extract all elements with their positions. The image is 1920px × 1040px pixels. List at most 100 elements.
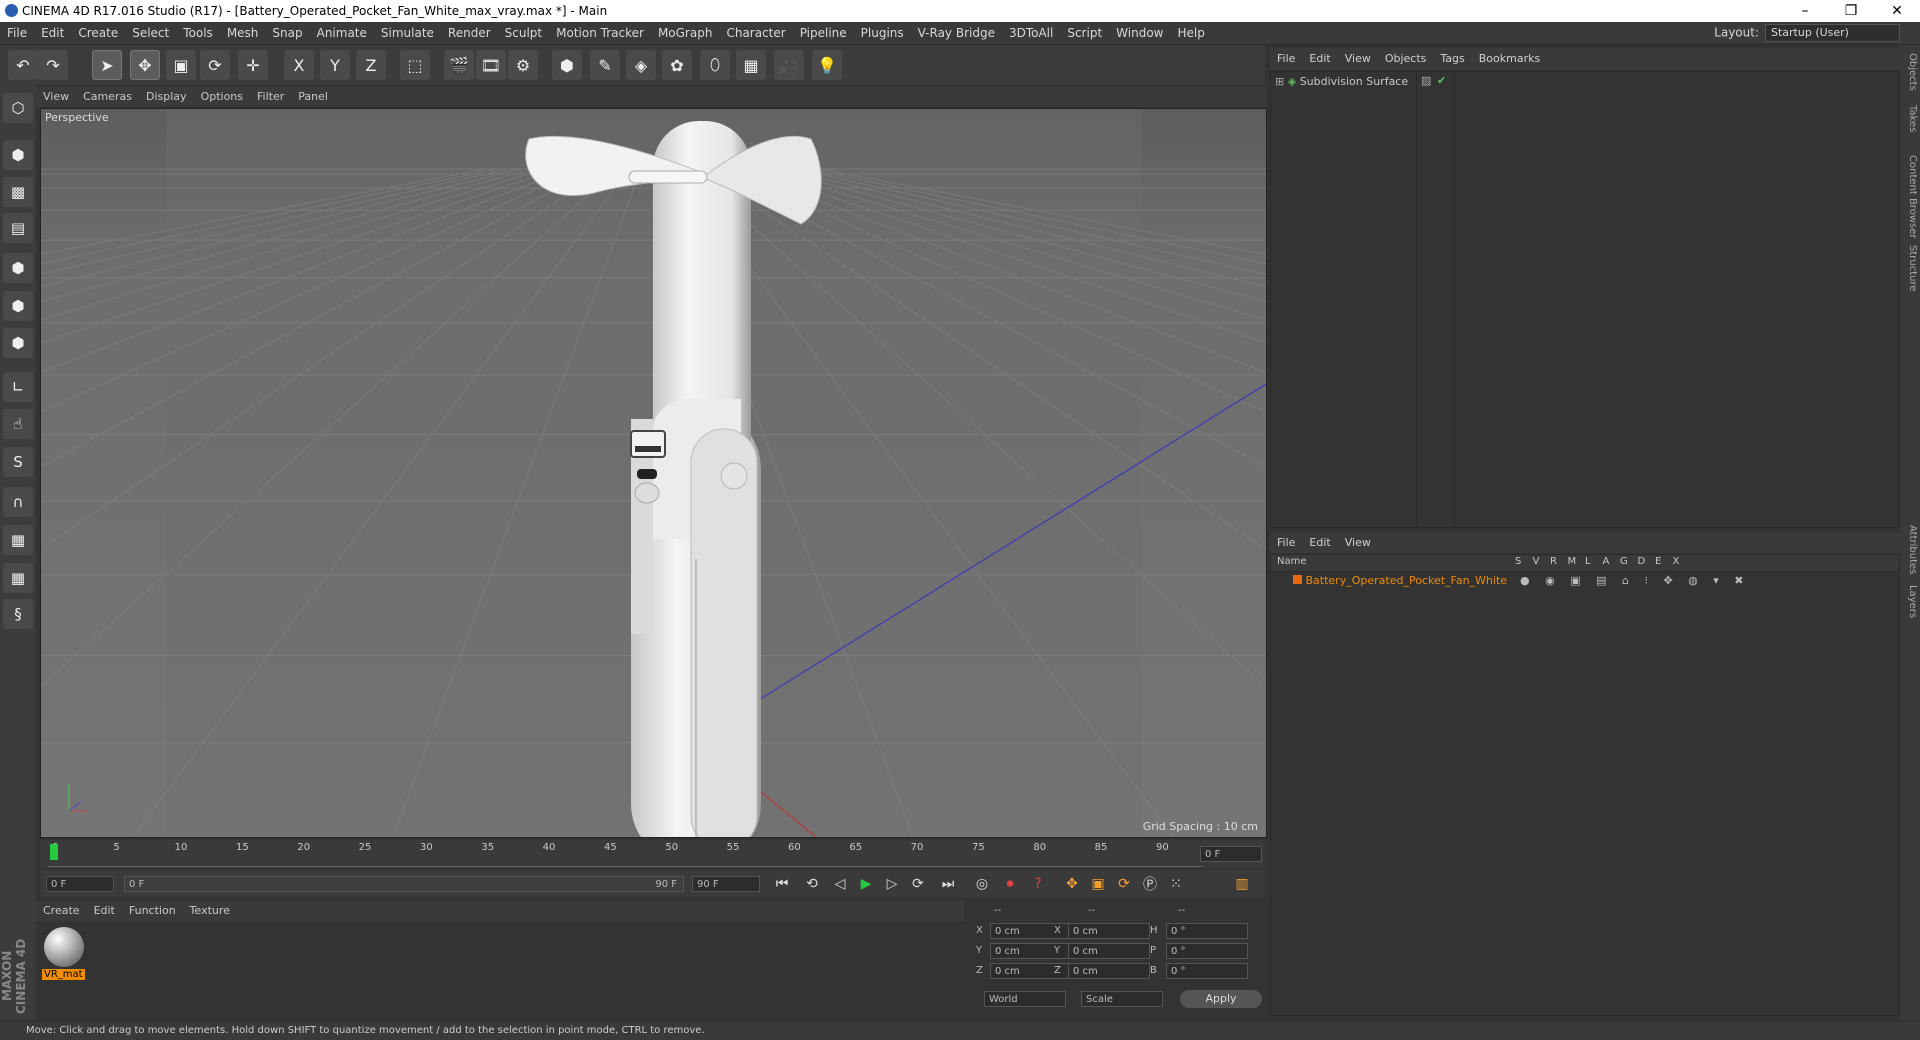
menu-tools[interactable]: Tools: [176, 22, 220, 44]
transform-icon[interactable]: ✛: [238, 50, 268, 80]
menu-file[interactable]: File: [0, 22, 34, 44]
layer-column-x[interactable]: X: [1673, 556, 1680, 567]
render-settings-icon[interactable]: ⚙: [508, 50, 538, 80]
viewport-menu-filter[interactable]: Filter: [250, 87, 291, 107]
start-frame-field[interactable]: 0 F: [46, 876, 114, 892]
timeline-ruler[interactable]: 051015202530354045505560657075808590: [48, 842, 1203, 867]
menu-create[interactable]: Create: [71, 22, 125, 44]
key-position-icon[interactable]: ✥: [1060, 872, 1084, 896]
menu-motion-tracker[interactable]: Motion Tracker: [549, 22, 651, 44]
menu-animate[interactable]: Animate: [310, 22, 374, 44]
menu-v-ray-bridge[interactable]: V-Ray Bridge: [911, 22, 1002, 44]
menu-pipeline[interactable]: Pipeline: [793, 22, 854, 44]
redo-icon[interactable]: ↷: [38, 50, 68, 80]
restore-button[interactable]: ❐: [1828, 0, 1874, 22]
coordinate-system-icon[interactable]: ⬚: [400, 50, 430, 80]
expand-icon[interactable]: ⊞: [1275, 75, 1284, 88]
timeline[interactable]: 051015202530354045505560657075808590 0 F: [40, 840, 1265, 868]
menu-sculpt[interactable]: Sculpt: [498, 22, 549, 44]
goto-end-icon[interactable]: ⏭: [936, 872, 960, 896]
step-back-icon[interactable]: ◁: [828, 872, 852, 896]
object-menu-bookmarks[interactable]: Bookmarks: [1472, 48, 1547, 70]
tweak-mode-icon[interactable]: ☝: [3, 409, 33, 439]
light-icon[interactable]: 💡: [812, 50, 842, 80]
make-editable-icon[interactable]: ⬡: [3, 93, 33, 123]
subdivision-icon[interactable]: ◈: [626, 50, 656, 80]
side-tab-objects[interactable]: Objects: [1902, 53, 1918, 91]
python-icon[interactable]: §: [3, 599, 33, 629]
model-mode-icon[interactable]: ⬢: [3, 140, 33, 170]
layer-column-a[interactable]: A: [1603, 556, 1610, 567]
workplane-icon[interactable]: ▤: [3, 213, 33, 243]
key-scale-icon[interactable]: ▣: [1086, 872, 1110, 896]
layer-column-s[interactable]: S: [1515, 556, 1521, 567]
scale-icon[interactable]: ▣: [166, 50, 196, 80]
material-manager[interactable]: VR_mat: [36, 921, 964, 1021]
layer-flag-icons[interactable]: ● ◉ ▣ ▤ ⌂ ⁝ ✥ ◍ ▾ ✖: [1520, 573, 1749, 589]
layer-color-swatch[interactable]: [1293, 575, 1302, 584]
menu-plugins[interactable]: Plugins: [854, 22, 911, 44]
select-arrow-icon[interactable]: ➤: [92, 50, 122, 80]
deformer-icon[interactable]: ⬯: [700, 50, 730, 80]
menu-render[interactable]: Render: [441, 22, 498, 44]
layer-column-m[interactable]: M: [1568, 556, 1577, 567]
solo-icon[interactable]: S: [3, 447, 33, 477]
timeline-window-icon[interactable]: ▥: [1230, 872, 1254, 896]
layout-dropdown[interactable]: Startup (User): [1765, 24, 1900, 42]
viewport-menu-view[interactable]: View: [36, 87, 76, 107]
layer-column-g[interactable]: G: [1620, 556, 1628, 567]
menu-snap[interactable]: Snap: [265, 22, 309, 44]
edges-mode-icon[interactable]: ⬢: [3, 291, 33, 321]
key-pla-icon[interactable]: ⁙: [1164, 872, 1188, 896]
z-axis-icon[interactable]: Z: [356, 50, 386, 80]
playhead[interactable]: [50, 844, 58, 860]
move-icon[interactable]: ✥: [130, 50, 160, 80]
undo-icon[interactable]: ↶: [8, 50, 38, 80]
render-view-icon[interactable]: 🎬: [444, 50, 474, 80]
y-axis-icon[interactable]: Y: [320, 50, 350, 80]
next-keyframe-icon[interactable]: ⟳: [906, 872, 930, 896]
layer-column-d[interactable]: D: [1638, 556, 1646, 567]
viewport-menu-cameras[interactable]: Cameras: [76, 87, 139, 107]
material-name[interactable]: VR_mat: [42, 969, 85, 980]
material-menu-create[interactable]: Create: [36, 901, 87, 921]
snap-magnet-icon[interactable]: ∩: [3, 487, 33, 517]
layer-column-e[interactable]: E: [1655, 556, 1661, 567]
coord-rotation-b-field[interactable]: 0 °: [1166, 963, 1248, 979]
mograph-cloner-icon[interactable]: ✿: [662, 50, 692, 80]
goto-start-icon[interactable]: ⏮: [770, 872, 794, 896]
layer-column-l[interactable]: L: [1585, 556, 1591, 567]
coord-rotation-h-field[interactable]: 0 °: [1166, 923, 1248, 939]
menu-select[interactable]: Select: [125, 22, 176, 44]
layer-menu-file[interactable]: File: [1270, 533, 1302, 553]
camera-icon[interactable]: 🎥: [774, 50, 804, 80]
minimize-button[interactable]: –: [1782, 0, 1828, 22]
grid-snap-icon[interactable]: ▦: [3, 563, 33, 593]
record-keys-icon[interactable]: ◎: [970, 872, 994, 896]
rotate-icon[interactable]: ⟳: [200, 50, 230, 80]
autokey-icon[interactable]: ⏺: [998, 872, 1022, 896]
pen-spline-icon[interactable]: ✎: [590, 50, 620, 80]
end-frame-field[interactable]: 90 F: [692, 876, 760, 892]
object-row-subdivision[interactable]: ⊞ ◈ Subdivision Surface: [1275, 74, 1408, 90]
object-menu-objects[interactable]: Objects: [1378, 48, 1434, 70]
layer-menu-view[interactable]: View: [1338, 533, 1378, 553]
scale-dropdown[interactable]: Scale: [1081, 991, 1163, 1007]
viewport-scene[interactable]: [41, 109, 1266, 837]
floor-icon[interactable]: ▦: [736, 50, 766, 80]
object-menu-edit[interactable]: Edit: [1302, 48, 1337, 70]
menu-mograph[interactable]: MoGraph: [651, 22, 720, 44]
side-tab-structure[interactable]: Structure: [1902, 245, 1918, 292]
layer-row[interactable]: Battery_Operated_Pocket_Fan_White ● ◉ ▣ …: [1275, 573, 1895, 589]
layer-column-v[interactable]: V: [1533, 556, 1540, 567]
menu-edit[interactable]: Edit: [34, 22, 71, 44]
render-picture-icon[interactable]: 🎞: [476, 50, 506, 80]
menu-mesh[interactable]: Mesh: [220, 22, 266, 44]
viewport-menu-display[interactable]: Display: [139, 87, 194, 107]
coord-size-z-field[interactable]: 0 cm: [1068, 963, 1150, 979]
side-tab-layers[interactable]: Layers: [1902, 585, 1918, 618]
layout-selector[interactable]: Layout: Startup (User): [1714, 24, 1900, 42]
close-button[interactable]: ✕: [1874, 0, 1920, 22]
keyframe-selection-icon[interactable]: ?: [1026, 872, 1050, 896]
points-mode-icon[interactable]: ⬢: [3, 253, 33, 283]
